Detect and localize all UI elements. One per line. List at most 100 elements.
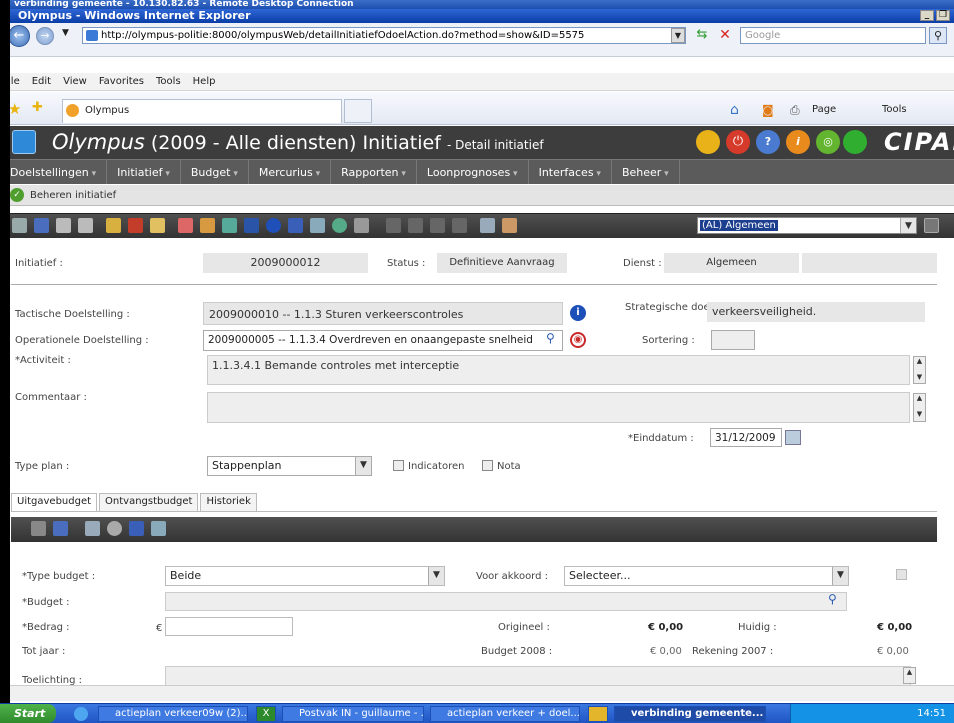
menu-view[interactable]: View [63,73,87,90]
back-icon[interactable]: ← [8,25,30,47]
info-icon[interactable]: i [786,130,810,154]
search-icon[interactable]: ⚲ [929,27,947,44]
calendar-icon[interactable] [785,430,801,445]
tab-historiek[interactable]: Historiek [200,493,257,511]
reject-icon[interactable] [128,218,143,233]
print-icon[interactable]: ⎙ [790,103,800,118]
new-tab-button[interactable] [344,99,372,123]
indicatoren-checkbox[interactable] [393,460,404,471]
nav-mercurius[interactable]: Mercurius [249,160,332,184]
tab-olympus[interactable]: Olympus [62,99,342,123]
target-icon[interactable]: ◉ [570,332,586,348]
menu-favorites[interactable]: Favorites [99,73,144,90]
url-dropdown-icon[interactable]: ▼ [671,28,685,43]
sortering-input[interactable] [711,330,755,350]
minimize-button[interactable]: _ [920,10,934,21]
nav-rapporten[interactable]: Rapporten [331,160,417,184]
budget-input[interactable] [165,592,847,611]
nav-budget[interactable]: Budget [181,160,249,184]
trash-icon[interactable] [924,218,939,233]
search-input[interactable]: Google [740,27,926,44]
nav-initiatief[interactable]: Initiatief [107,160,181,184]
budget-save-icon[interactable] [53,521,68,536]
budget-control-icon[interactable] [150,218,165,233]
tab-uitgavebudget[interactable]: Uitgavebudget [11,493,98,511]
in-icon[interactable] [244,218,259,233]
toelichting-scrollbar[interactable]: ▲ [903,667,916,684]
last-record-icon[interactable] [452,218,467,233]
budget-search-icon[interactable]: ⚲ [828,592,837,606]
budget-new-icon[interactable] [31,521,46,536]
typebudget-select[interactable]: Beide ▼ [165,566,445,586]
url-input[interactable]: http://olympus-politie:8000/olympusWeb/d… [82,27,686,44]
help-icon[interactable]: ? [756,130,780,154]
statistics-icon[interactable] [222,218,237,233]
feeds-icon[interactable]: ◙ [762,103,774,117]
new-record-icon[interactable] [12,218,27,233]
nav-interfaces[interactable]: Interfaces [529,160,612,184]
task-actieplan[interactable]: actieplan verkeer + doel... [430,706,580,722]
globe-icon[interactable] [332,218,347,233]
approve-icon[interactable] [106,218,121,233]
home-shortcut-icon[interactable] [696,130,720,154]
forward-icon[interactable]: → [36,27,54,45]
activiteit-scrollbar[interactable]: ▲ ▼ [913,356,926,384]
print-list-icon[interactable] [78,218,93,233]
budget-attachment-icon[interactable] [151,521,166,536]
home-icon[interactable]: ⌂ [730,102,739,118]
previous-record-icon[interactable] [408,218,423,233]
stop-icon[interactable]: ✕ [716,27,734,44]
bedrag-input[interactable] [165,617,293,636]
task-word[interactable]: actieplan verkeer09w (2)... [98,706,248,722]
commentaar-textarea[interactable] [207,392,910,423]
detail-info-icon[interactable] [266,218,281,233]
3p-icon[interactable] [288,218,303,233]
start-button[interactable]: Start [0,704,56,723]
restore-button[interactable]: ❐ [936,10,950,21]
tab-ontvangstbudget[interactable]: Ontvangstbudget [99,493,199,511]
copy-icon[interactable] [354,218,369,233]
tactische-info-icon[interactable]: i [570,305,586,321]
history-dropdown-icon[interactable]: ▼ [62,28,69,38]
first-record-icon[interactable] [386,218,401,233]
chart-icon[interactable] [178,218,193,233]
typeplan-select[interactable]: Stappenplan ▼ [207,456,372,476]
exit-icon[interactable] [502,218,517,233]
refresh-app-icon[interactable]: ◎ [816,130,840,154]
horizontal-scrollbar[interactable] [10,685,954,701]
attachment-icon[interactable] [310,218,325,233]
nav-beheer[interactable]: Beheer [612,160,680,184]
task-excel-icon[interactable]: X [256,706,276,722]
report-icon[interactable] [200,218,215,233]
budget-doc-icon[interactable] [85,521,100,536]
operationele-input[interactable]: 2009000005 -- 1.1.3.4 Overdreven en onaa… [203,330,563,351]
euro-icon[interactable] [107,521,122,536]
next-record-icon[interactable] [430,218,445,233]
save-icon[interactable] [34,218,49,233]
task-extra-icon[interactable] [588,706,608,722]
akkoord-select[interactable]: Selecteer... ▼ [564,566,849,586]
menu-edit[interactable]: Edit [32,73,51,90]
category-select[interactable]: (AL) Algemeen ▼ [697,217,917,234]
einddatum-input[interactable]: 31/12/2009 [710,428,782,447]
power-icon[interactable]: ⏻ [726,130,750,154]
task-rdp[interactable]: verbinding gemeente... [614,706,766,722]
ie-quicklaunch-icon[interactable] [74,707,88,721]
operationele-search-icon[interactable]: ⚲ [546,331,555,345]
nota-checkbox[interactable] [482,460,493,471]
nav-doelstellingen[interactable]: Doelstellingen [0,160,108,184]
tools-menu[interactable]: Tools [882,104,907,115]
akkoord-checkbox[interactable] [896,569,907,580]
menu-help[interactable]: Help [193,73,216,90]
nav-loonprognoses[interactable]: Loonprognoses [417,160,529,184]
search-record-icon[interactable] [480,218,495,233]
commentaar-scrollbar[interactable]: ▲ ▼ [913,393,926,422]
task-outlook[interactable]: Postvak IN - guillaume - ... [282,706,424,722]
menu-tools[interactable]: Tools [156,73,181,90]
favorites-star-icon[interactable]: ★ [8,100,21,118]
print-doc-icon[interactable] [56,218,71,233]
add-favorite-icon[interactable]: ✚ [32,100,43,115]
bu-icon[interactable] [129,521,144,536]
toelichting-textarea[interactable] [165,666,911,686]
refresh-icon[interactable]: ⇆ [693,27,711,44]
